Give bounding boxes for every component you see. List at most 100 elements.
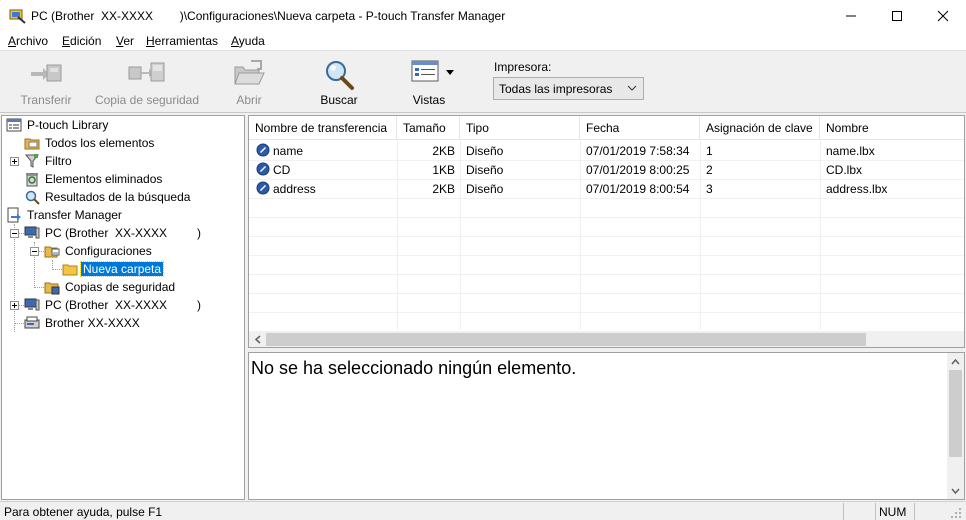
cell-filename: name.lbx: [826, 144, 875, 158]
layout-file-icon: [256, 162, 270, 176]
views-button[interactable]: Vistas: [400, 51, 458, 111]
configurations-folder-icon: [44, 246, 60, 258]
tree-item-new-folder[interactable]: Nueva carpeta: [62, 260, 165, 278]
title-bar: PC (Brother XX-XXXX )\Configuraciones\Nu…: [0, 0, 966, 31]
backup-icon: [128, 62, 165, 82]
tree-label: Filtro: [45, 154, 72, 168]
tree-item-pc2[interactable]: PC (Brother XX-XXXX ): [24, 296, 203, 314]
grid-row-line: [249, 198, 964, 199]
tree-label: Copias de seguridad: [65, 280, 176, 294]
vertical-scrollbar[interactable]: [947, 353, 964, 499]
cell-name: CD: [273, 163, 291, 177]
resize-grip-icon[interactable]: [950, 507, 962, 519]
list-header: Nombre de transferencia Tamaño Tipo Fech…: [249, 116, 964, 140]
column-header-date[interactable]: Fecha: [580, 116, 700, 140]
expand-filter-toggle[interactable]: [10, 157, 19, 166]
open-button[interactable]: Abrir: [222, 51, 276, 111]
scroll-down-button[interactable]: [947, 482, 964, 499]
vertical-scroll-thumb[interactable]: [949, 370, 962, 457]
transfer-manager-icon: [7, 207, 21, 223]
menu-archivo-mnemonic: A: [8, 34, 17, 48]
backup-label: Copia de seguridad: [94, 93, 200, 107]
tree-label: Brother XX-XXXX: [45, 316, 140, 330]
menu-herramientas[interactable]: Herramientas: [146, 34, 218, 48]
menu-ayuda[interactable]: Ayuda: [231, 34, 265, 48]
printer-select[interactable]: Todas las impresoras: [493, 77, 644, 100]
cell-date: 07/01/2019 8:00:25: [586, 163, 690, 177]
tree-label: Elementos eliminados: [45, 172, 163, 186]
tree-item-deleted[interactable]: Elementos eliminados: [24, 170, 164, 188]
cell-date: 07/01/2019 8:00:54: [586, 182, 690, 196]
column-header-filename[interactable]: Nombre: [820, 116, 964, 140]
menu-herramientas-label: erramientas: [154, 34, 219, 48]
grid-row-line: [249, 236, 964, 237]
horizontal-scrollbar[interactable]: [249, 331, 964, 347]
column-header-key[interactable]: Asignación de clave: [700, 116, 820, 140]
search-button[interactable]: Buscar: [312, 51, 366, 111]
menu-archivo[interactable]: Archivo: [8, 34, 48, 48]
tree-connector: [14, 323, 24, 324]
maximize-icon: [892, 10, 902, 21]
menu-ver[interactable]: Ver: [116, 34, 134, 48]
views-label: Vistas: [412, 93, 446, 107]
expand-pc2-toggle[interactable]: [10, 301, 19, 310]
table-row[interactable]: address 2KB Diseño 07/01/2019 8:00:54 3 …: [249, 179, 964, 198]
tree-item-filter[interactable]: Filtro: [24, 152, 74, 170]
computer-icon: [24, 298, 40, 311]
cell-key: 1: [706, 144, 713, 158]
transfer-label: Transferir: [20, 93, 72, 107]
table-row[interactable]: name 2KB Diseño 07/01/2019 7:58:34 1 nam…: [249, 141, 964, 160]
horizontal-scroll-thumb[interactable]: [266, 333, 866, 346]
menu-edicion-mnemonic: E: [62, 34, 71, 48]
menu-ver-label: er: [123, 34, 135, 48]
transfer-button[interactable]: Transferir: [14, 51, 78, 111]
cell-type: Diseño: [466, 144, 504, 158]
tree-item-configurations[interactable]: Configuraciones: [44, 242, 154, 260]
backup-button[interactable]: Copia de seguridad: [92, 51, 202, 111]
status-panel-divider: [914, 503, 915, 520]
cell-filename: CD.lbx: [826, 163, 863, 177]
search-label: Buscar: [320, 93, 358, 107]
minimize-icon: [846, 15, 856, 16]
search-results-icon: [25, 190, 40, 205]
tree-connector: [34, 287, 44, 288]
tree-item-backups[interactable]: Copias de seguridad: [44, 278, 177, 296]
tree-label: Configuraciones: [65, 244, 152, 258]
cell-filename: address.lbx: [826, 182, 888, 196]
collapse-configurations-toggle[interactable]: [30, 247, 39, 256]
tree-item-ptouch-library[interactable]: P-touch Library: [6, 116, 110, 134]
cell-type: Diseño: [466, 163, 504, 177]
minimize-button[interactable]: [828, 0, 874, 31]
tree-item-printer[interactable]: Brother XX-XXXX: [24, 314, 142, 332]
tree-item-transfer-manager[interactable]: Transfer Manager: [6, 206, 124, 224]
tree-item-search-results[interactable]: Resultados de la búsqueda: [24, 188, 192, 206]
folder-tree: P-touch Library Todos los elementos Filt…: [1, 115, 245, 500]
scroll-up-button[interactable]: [947, 353, 964, 370]
column-header-type[interactable]: Tipo: [460, 116, 580, 140]
recycle-bin-icon: [26, 173, 38, 187]
menu-ayuda-mnemonic: A: [231, 34, 239, 48]
cell-key: 3: [706, 182, 713, 196]
scroll-left-button[interactable]: [249, 333, 266, 346]
status-num-indicator: NUM: [879, 505, 907, 519]
grid-row-line: [249, 217, 964, 218]
status-help-text: Para obtener ayuda, pulse F1: [4, 505, 163, 519]
tree-item-all-items[interactable]: Todos los elementos: [24, 134, 156, 152]
close-button[interactable]: [920, 0, 966, 31]
table-row[interactable]: CD 1KB Diseño 07/01/2019 8:00:25 2 CD.lb…: [249, 160, 964, 179]
tree-label: PC (Brother XX-XXXX ): [45, 226, 202, 240]
collapse-pc1-toggle[interactable]: [10, 229, 19, 238]
magnifier-icon: [326, 61, 354, 90]
column-header-name[interactable]: Nombre de transferencia: [249, 116, 397, 140]
column-header-size[interactable]: Tamaño: [397, 116, 460, 140]
printer-label: Impresora:: [494, 60, 552, 74]
menu-archivo-label: rchivo: [16, 34, 49, 48]
menu-edicion[interactable]: Edición: [62, 34, 101, 48]
computer-icon: [24, 226, 40, 239]
cell-name: address: [273, 182, 316, 196]
layout-file-icon: [256, 181, 270, 195]
tree-item-pc1[interactable]: PC (Brother XX-XXXX ): [24, 224, 203, 242]
maximize-button[interactable]: [874, 0, 920, 31]
cell-key: 2: [706, 163, 713, 177]
printer-select-value: Todas las impresoras: [499, 82, 613, 96]
